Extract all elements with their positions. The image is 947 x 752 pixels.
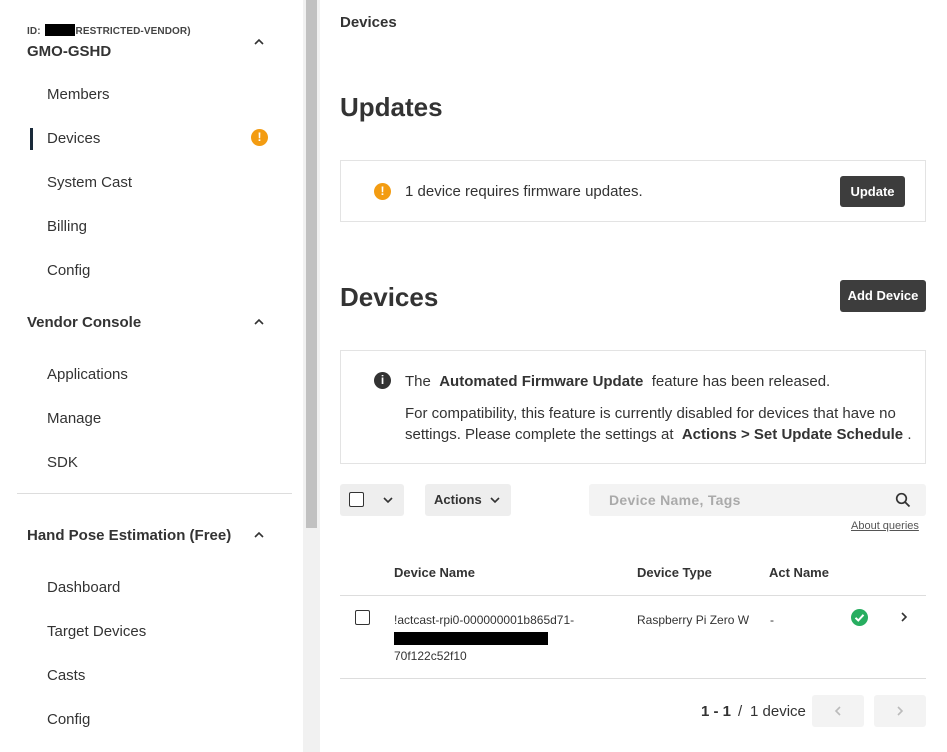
add-device-button[interactable]: Add Device bbox=[840, 280, 926, 312]
breadcrumb: Devices bbox=[340, 14, 397, 31]
sidebar-item-config[interactable]: Config bbox=[47, 262, 90, 279]
select-all-dropdown[interactable] bbox=[340, 484, 404, 516]
notice-line-3: settings. Please complete the settings a… bbox=[405, 424, 925, 445]
chevron-up-icon[interactable] bbox=[252, 315, 266, 329]
device-type: Raspberry Pi Zero W bbox=[637, 613, 750, 627]
devices-heading: Devices bbox=[340, 282, 439, 312]
notice-text: feature has been released. bbox=[651, 373, 831, 390]
select-all-checkbox[interactable] bbox=[349, 492, 364, 507]
scrollbar-thumb[interactable] bbox=[306, 0, 317, 528]
chevron-up-icon[interactable] bbox=[252, 528, 266, 542]
sidebar-item-casts[interactable]: Casts bbox=[47, 667, 85, 684]
notice-text: . bbox=[907, 426, 912, 443]
sidebar-item-billing[interactable]: Billing bbox=[47, 218, 87, 235]
search-placeholder: Device Name, Tags bbox=[609, 492, 741, 508]
pager-total: 1 device bbox=[750, 703, 806, 720]
info-icon: i bbox=[374, 372, 391, 389]
col-header-act-name[interactable]: Act Name bbox=[769, 565, 829, 580]
actions-label: Actions bbox=[434, 492, 482, 507]
table-header-divider bbox=[340, 595, 926, 596]
sidebar-item-dashboard[interactable]: Dashboard bbox=[47, 579, 120, 596]
prev-page-button[interactable] bbox=[812, 695, 864, 727]
active-indicator bbox=[30, 128, 33, 150]
col-header-device-type[interactable]: Device Type bbox=[637, 565, 712, 580]
device-name-line[interactable]: !actcast-rpi0-000000001b865d71- bbox=[394, 613, 574, 627]
sidebar-item-sdk[interactable]: SDK bbox=[47, 454, 78, 471]
chevron-right-icon[interactable] bbox=[897, 610, 911, 629]
warning-icon: ! bbox=[251, 129, 268, 146]
sidebar: ID: RESTRICTED-VENDOR) GMO-GSHD Members … bbox=[0, 0, 303, 752]
row-checkbox[interactable] bbox=[355, 610, 370, 625]
vendor-console-title[interactable]: Vendor Console bbox=[27, 314, 141, 331]
table-row-divider bbox=[340, 678, 926, 679]
updates-message: 1 device requires firmware updates. bbox=[405, 183, 643, 200]
redacted-block bbox=[44, 24, 75, 36]
sidebar-item-manage[interactable]: Manage bbox=[47, 410, 101, 427]
sidebar-item-app-config[interactable]: Config bbox=[47, 711, 90, 728]
about-queries-link[interactable]: About queries bbox=[851, 520, 919, 532]
sidebar-item-target-devices[interactable]: Target Devices bbox=[47, 623, 146, 640]
chevron-right-icon bbox=[897, 706, 904, 716]
org-id-prefix: ID: bbox=[27, 26, 41, 37]
col-header-device-name[interactable]: Device Name bbox=[394, 565, 475, 580]
notice-line-1: The Automated Firmware Update feature ha… bbox=[405, 371, 830, 392]
search-input[interactable]: Device Name, Tags bbox=[589, 484, 926, 516]
notice-menu-path: Actions > Set Update Schedule bbox=[681, 426, 904, 443]
sidebar-item-devices[interactable]: Devices bbox=[47, 130, 100, 147]
notice-feature-name: Automated Firmware Update bbox=[439, 373, 644, 390]
chevron-up-icon[interactable] bbox=[252, 35, 266, 49]
notice-text: settings. Please complete the settings a… bbox=[405, 426, 674, 443]
sidebar-item-system-cast[interactable]: System Cast bbox=[47, 174, 132, 191]
notice-panel: i The Automated Firmware Update feature … bbox=[340, 350, 926, 464]
notice-line-2: For compatibility, this feature is curre… bbox=[405, 405, 896, 422]
sidebar-scrollbar[interactable] bbox=[303, 0, 320, 752]
chevron-down-icon[interactable] bbox=[381, 493, 395, 512]
check-circle-icon bbox=[851, 609, 868, 626]
pager-range: 1 - 1 bbox=[701, 703, 732, 720]
app-title[interactable]: Hand Pose Estimation (Free) bbox=[27, 527, 231, 544]
next-page-button[interactable] bbox=[874, 695, 926, 727]
sidebar-item-applications[interactable]: Applications bbox=[47, 366, 128, 383]
updates-heading: Updates bbox=[340, 92, 443, 122]
org-id: ID: RESTRICTED-VENDOR) bbox=[27, 24, 191, 37]
update-button[interactable]: Update bbox=[840, 176, 905, 207]
device-name-line[interactable]: 70f122c52f10 bbox=[394, 649, 467, 663]
chevron-down-icon bbox=[488, 493, 502, 512]
sidebar-item-members[interactable]: Members bbox=[47, 86, 110, 103]
updates-panel: ! 1 device requires firmware updates. Up… bbox=[340, 160, 926, 222]
divider bbox=[17, 493, 292, 494]
pager-separator: / bbox=[738, 703, 743, 720]
act-name: - bbox=[770, 613, 774, 627]
actions-dropdown[interactable]: Actions bbox=[425, 484, 511, 516]
notice-text: The bbox=[405, 373, 431, 390]
org-name: GMO-GSHD bbox=[27, 43, 112, 60]
warning-icon: ! bbox=[374, 183, 391, 200]
chevron-left-icon bbox=[834, 706, 841, 716]
main-content: Devices Updates ! 1 device requires firm… bbox=[320, 0, 947, 752]
search-icon[interactable] bbox=[895, 492, 911, 513]
org-id-suffix: RESTRICTED-VENDOR) bbox=[75, 26, 191, 37]
redacted-block bbox=[394, 632, 548, 645]
